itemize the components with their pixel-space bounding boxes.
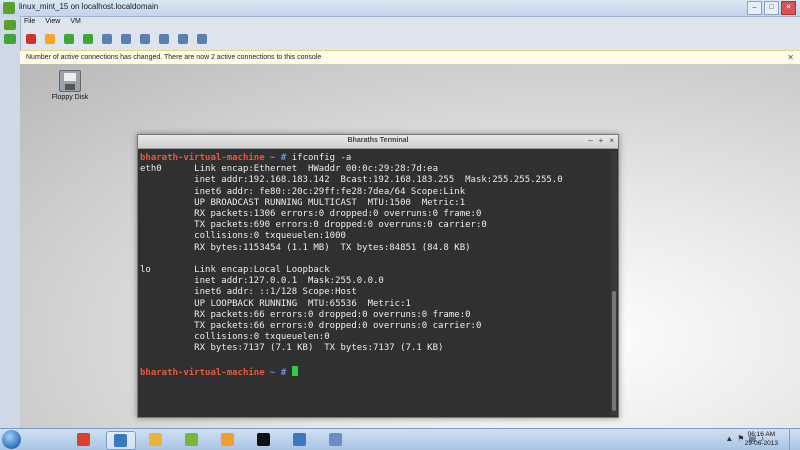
taskbar-vsphere[interactable] — [178, 431, 206, 448]
prompt-char: # — [280, 153, 287, 163]
taskbar-chrome[interactable] — [70, 431, 98, 448]
send-ctrl-alt-del-icon — [178, 34, 188, 44]
floppy-disk-shortcut[interactable]: Floppy Disk — [50, 70, 90, 101]
settings-icon — [197, 34, 207, 44]
terminal-line: eth0 Link encap:Ethernet HWaddr 00:0c:29… — [140, 164, 439, 175]
manage-snapshots-button[interactable] — [138, 32, 152, 46]
prompt-host: bharath-virtual-machine — [140, 153, 265, 163]
taskbar-explorer[interactable] — [142, 431, 170, 448]
terminal-line: collisions:0 txqueuelen:1000 — [140, 231, 346, 242]
menubar: File View VM — [24, 18, 81, 25]
menu-file[interactable]: File — [24, 18, 35, 25]
vm-console-window: linux_mint_15 on localhost.localdomain –… — [0, 0, 800, 428]
terminal-maximize-button[interactable]: + — [599, 136, 604, 145]
prompt-host-2: bharath-virtual-machine — [140, 367, 265, 378]
taskbar-opera[interactable] — [214, 431, 242, 448]
notification-close-icon[interactable]: ✕ — [787, 51, 794, 64]
terminal-close-button[interactable]: × — [609, 136, 614, 145]
power-off-button[interactable] — [24, 32, 38, 46]
vmware-console-icon — [114, 434, 127, 447]
prompt-tilde-2: ~ — [270, 367, 276, 378]
command-text: ifconfig -a — [291, 153, 352, 163]
terminal-window[interactable]: Bharaths Terminal – + × bharath-virtual-… — [137, 134, 619, 418]
power-off-icon — [26, 34, 36, 44]
terminal-line: TX packets:66 errors:0 dropped:0 overrun… — [140, 321, 482, 332]
scrollbar-thumb[interactable] — [612, 291, 616, 411]
send-ctrl-alt-del-button[interactable] — [176, 32, 190, 46]
start-button[interactable] — [2, 430, 21, 449]
close-button[interactable]: ✕ — [781, 1, 796, 15]
terminal-scrollbar[interactable] — [611, 151, 617, 415]
power-on-button[interactable] — [62, 32, 76, 46]
action-center-icon[interactable]: ⚑ — [737, 434, 744, 443]
prompt-tilde: ~ — [270, 153, 276, 163]
settings-button[interactable] — [195, 32, 209, 46]
terminal-line: inet addr:127.0.0.1 Mask:255.0.0.0 — [140, 276, 384, 287]
vm-status-icon[interactable] — [4, 34, 16, 44]
left-sidebar — [0, 16, 21, 428]
revert-snapshot-icon — [121, 34, 131, 44]
terminal-line: RX bytes:7137 (7.1 KB) TX bytes:7137 (7.… — [140, 343, 444, 354]
tool-icon — [329, 433, 342, 446]
terminal-icon — [257, 433, 270, 446]
suspend-button[interactable] — [43, 32, 57, 46]
manage-snapshots-icon — [140, 34, 150, 44]
reset-button[interactable] — [81, 32, 95, 46]
taskbar-remote-desktop[interactable] — [286, 431, 314, 448]
terminal-line: TX packets:690 errors:0 dropped:0 overru… — [140, 220, 487, 231]
terminal-cursor — [291, 365, 298, 376]
chrome-icon — [77, 433, 90, 446]
clock-date: 29-06-2013 — [744, 440, 778, 447]
floppy-label: Floppy Disk — [51, 94, 89, 101]
reset-icon — [83, 34, 93, 44]
minimize-button[interactable]: – — [747, 1, 762, 15]
terminal-line: inet6 addr: fe80::20c:29ff:fe28:7dea/64 … — [140, 186, 466, 197]
opera-icon — [221, 433, 234, 446]
taskbar-vmware-console[interactable] — [106, 431, 136, 450]
clock-time: 06:16 AM — [747, 431, 776, 438]
suspend-icon — [45, 34, 55, 44]
window-titlebar[interactable]: linux_mint_15 on localhost.localdomain –… — [0, 0, 800, 17]
clock[interactable]: 06:16 AM 29-06-2013 — [745, 430, 778, 448]
folder-icon — [149, 433, 162, 446]
notification-bar: Number of active connections has changed… — [20, 50, 800, 65]
terminal-line: RX packets:1306 errors:0 dropped:0 overr… — [140, 209, 482, 220]
terminal-line: RX packets:66 errors:0 dropped:0 overrun… — [140, 309, 471, 320]
fullscreen-icon — [159, 34, 169, 44]
menu-vm[interactable]: VM — [70, 18, 81, 25]
prompt-char-2: # — [280, 367, 287, 378]
terminal-line: UP BROADCAST RUNNING MULTICAST MTU:1500 … — [140, 197, 466, 208]
terminal-line: inet addr:192.168.183.142 Bcast:192.168.… — [140, 175, 563, 186]
snapshot-icon — [102, 34, 112, 44]
remote-desktop-icon — [293, 433, 306, 446]
revert-snapshot-button[interactable] — [119, 32, 133, 46]
snapshot-button[interactable] — [100, 32, 114, 46]
taskbar-cmd[interactable] — [250, 431, 278, 448]
toolbar — [24, 32, 209, 46]
vm-app-icon — [3, 2, 15, 14]
terminal-line: collisions:0 txqueuelen:0 — [140, 332, 330, 343]
terminal-line: RX bytes:1153454 (1.1 MB) TX bytes:84851… — [140, 242, 471, 253]
fullscreen-button[interactable] — [157, 32, 171, 46]
show-desktop-button[interactable] — [789, 429, 800, 450]
notification-text: Number of active connections has changed… — [26, 54, 322, 61]
floppy-icon — [59, 70, 81, 92]
terminal-line: lo Link encap:Local Loopback — [140, 265, 330, 276]
inventory-icon[interactable] — [4, 20, 16, 30]
terminal-line: inet6 addr: ::1/128 Scope:Host — [140, 287, 357, 298]
power-on-icon — [64, 34, 74, 44]
window-title: linux_mint_15 on localhost.localdomain — [19, 2, 159, 11]
menu-view[interactable]: View — [45, 18, 60, 25]
terminal-titlebar[interactable]: Bharaths Terminal – + × — [138, 135, 618, 149]
taskbar-tool[interactable] — [322, 431, 350, 448]
terminal-title: Bharaths Terminal — [347, 137, 409, 144]
terminal-output[interactable]: bharath-virtual-machine ~ # ifconfig -a … — [138, 149, 610, 419]
tray-expand-icon[interactable]: ▲ — [725, 434, 733, 443]
terminal-line: UP LOOPBACK RUNNING MTU:65536 Metric:1 — [140, 298, 411, 309]
terminal-minimize-button[interactable]: – — [588, 136, 592, 145]
vsphere-icon — [185, 433, 198, 446]
host-taskbar: ▲ ⚑ ▤ ♪ 06:16 AM 29-06-2013 — [0, 428, 800, 450]
maximize-button[interactable]: □ — [764, 1, 779, 15]
